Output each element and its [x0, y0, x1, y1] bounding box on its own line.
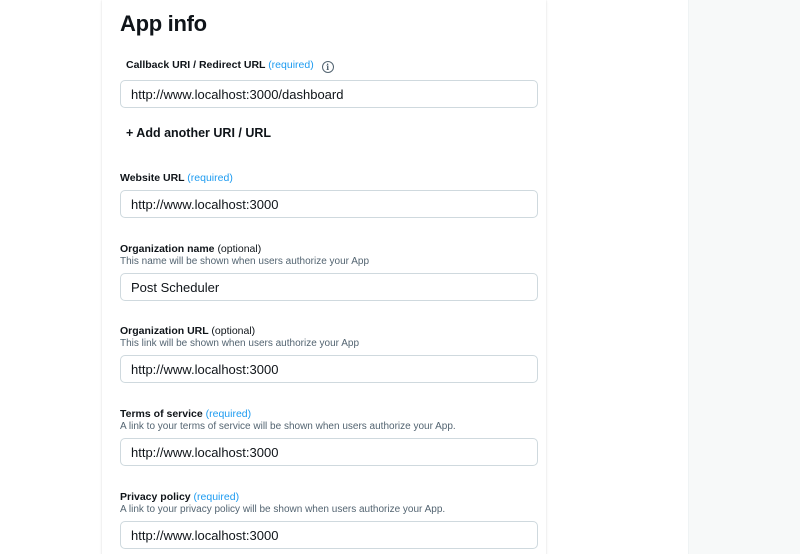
- info-icon[interactable]: i: [321, 61, 334, 73]
- callback-url-input[interactable]: [120, 80, 538, 108]
- privacy-hint: A link to your privacy policy will be sh…: [120, 504, 446, 515]
- website-url-input[interactable]: [120, 190, 538, 218]
- org-url-optional: (optional): [211, 325, 256, 337]
- terms-input[interactable]: [120, 438, 538, 466]
- website-url-label: Website URL (required): [120, 171, 233, 185]
- org-name-input[interactable]: [120, 273, 538, 301]
- org-name-label: Organization name (optional): [120, 242, 261, 256]
- org-url-input[interactable]: [120, 355, 538, 383]
- page: App info Callback URI / Redirect URL (re…: [0, 0, 800, 554]
- terms-label-text: Terms of service: [120, 408, 203, 420]
- callback-url-label: Callback URI / Redirect URL (required) i: [126, 58, 334, 73]
- side-divider: [688, 0, 689, 554]
- terms-required: (required): [205, 408, 252, 420]
- website-url-label-text: Website URL: [120, 172, 185, 184]
- org-name-label-text: Organization name: [120, 243, 215, 255]
- org-name-hint: This name will be shown when users autho…: [120, 256, 370, 267]
- terms-hint: A link to your terms of service will be …: [120, 421, 456, 432]
- add-another-url-button[interactable]: + Add another URI / URL: [126, 125, 271, 141]
- page-title: App info: [120, 11, 207, 36]
- org-url-hint: This link will be shown when users autho…: [120, 338, 360, 349]
- privacy-label-text: Privacy policy: [120, 491, 191, 503]
- org-url-label: Organization URL (optional): [120, 324, 255, 338]
- callback-url-label-text: Callback URI / Redirect URL: [126, 59, 266, 71]
- org-name-optional: (optional): [217, 243, 262, 255]
- callback-url-required: (required): [268, 59, 314, 71]
- privacy-input[interactable]: [120, 521, 538, 549]
- website-url-required: (required): [187, 172, 233, 184]
- privacy-label: Privacy policy (required): [120, 490, 239, 504]
- privacy-required: (required): [193, 491, 240, 503]
- terms-label: Terms of service (required): [120, 407, 251, 421]
- org-url-label-text: Organization URL: [120, 325, 209, 337]
